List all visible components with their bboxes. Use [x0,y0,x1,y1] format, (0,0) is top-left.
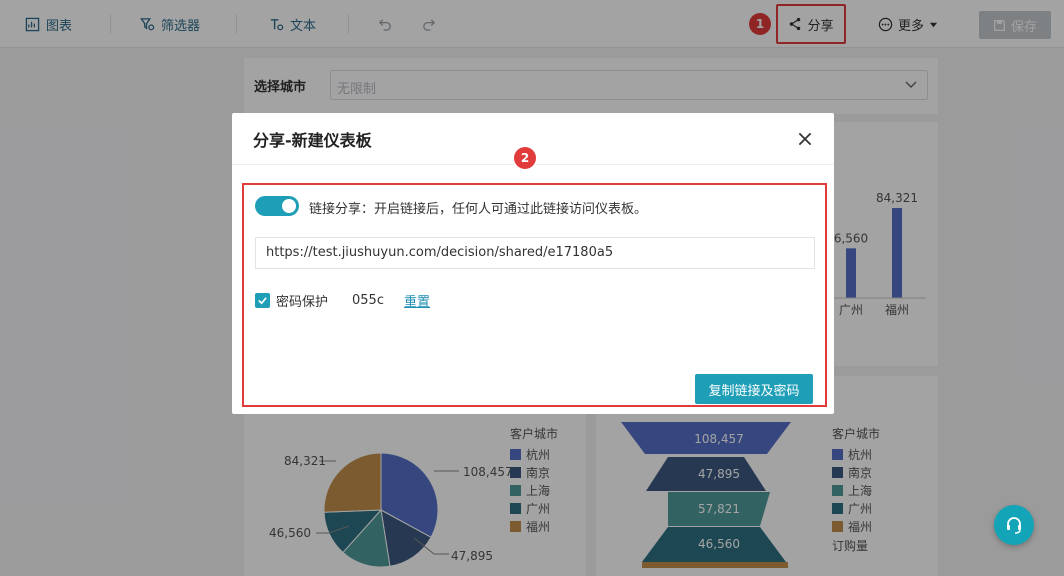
password-checkbox[interactable] [255,293,270,308]
step-2-badge: 2 [514,147,536,169]
link-share-description: 链接分享：开启链接后，任何人可通过此链接访问仪表板。 [309,202,648,217]
reset-password-link[interactable]: 重置 [404,291,430,310]
check-icon [258,297,267,305]
link-share-toggle[interactable] [255,196,299,216]
password-label: 密码保护 [276,295,329,310]
close-icon[interactable] [796,130,814,148]
password-value: 055c [352,293,384,308]
share-url-field[interactable]: https://test.jiushuyun.com/decision/shar… [255,237,815,269]
copy-link-password-button[interactable]: 复制链接及密码 [695,374,813,404]
headset-icon [1007,517,1021,534]
customer-service-button[interactable] [994,505,1034,545]
dialog-title: 分享-新建仪表板 [253,130,372,150]
share-settings-highlight: 链接分享：开启链接后，任何人可通过此链接访问仪表板。 https://test.… [242,183,827,407]
password-row: 密码保护 055c 重置 [255,291,430,310]
share-dialog: 分享-新建仪表板 2 链接分享：开启链接后，任何人可通过此链接访问仪表板。 ht… [232,113,834,414]
